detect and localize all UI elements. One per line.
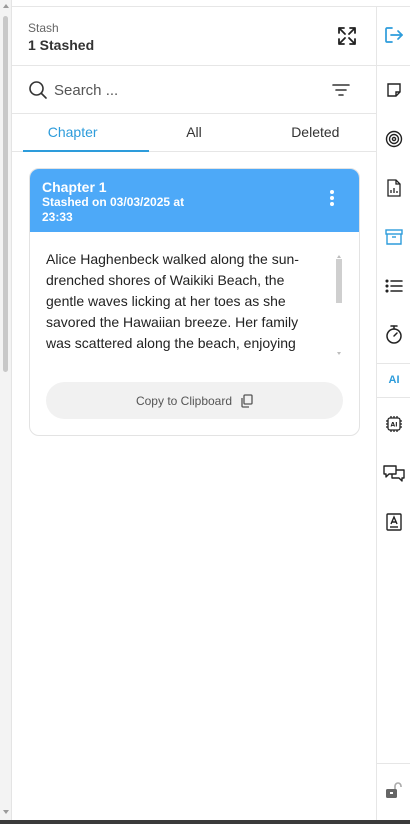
chat-icon[interactable] <box>377 458 410 488</box>
target-icon[interactable] <box>377 124 410 154</box>
card-scrollbar[interactable] <box>336 255 342 355</box>
active-tab-indicator <box>23 150 149 152</box>
text-box-icon[interactable] <box>377 507 410 537</box>
more-options-icon[interactable] <box>329 190 335 208</box>
archive-icon[interactable] <box>377 222 410 252</box>
scroll-up-arrow[interactable] <box>3 4 9 8</box>
scrollbar-thumb[interactable] <box>3 16 8 372</box>
card-title: Chapter 1 <box>42 179 107 195</box>
stash-count: 1 Stashed <box>28 37 95 53</box>
sticky-note-icon[interactable] <box>377 75 410 105</box>
timer-icon[interactable] <box>377 320 410 350</box>
right-toolbar: AI AI <box>376 6 410 820</box>
tab-bar: Chapter All Deleted <box>12 114 376 152</box>
ai-chip-icon[interactable]: AI <box>377 409 410 439</box>
copy-to-clipboard-button[interactable]: Copy to Clipboard <box>46 382 343 419</box>
left-scrollbar[interactable] <box>0 0 12 824</box>
copy-button-label: Copy to Clipboard <box>135 393 233 408</box>
panel-header: Stash 1 Stashed <box>12 7 376 66</box>
card-body-text: Alice Haghenbeck walked along the sun-dr… <box>46 251 299 357</box>
tab-all[interactable]: All <box>133 114 254 151</box>
copy-icon <box>241 393 253 408</box>
ai-label: AI <box>388 374 400 386</box>
logout-icon[interactable] <box>377 20 410 50</box>
stash-panel: Stash 1 Stashed Chapter All De <box>12 6 376 820</box>
panel-title: Stash <box>28 21 59 35</box>
filter-icon[interactable] <box>332 82 350 98</box>
expand-icon[interactable] <box>336 25 358 47</box>
stash-card: Chapter 1 Stashed on 03/03/2025 at 23:33… <box>29 168 360 436</box>
lock-icon[interactable] <box>377 775 410 805</box>
list-icon[interactable] <box>377 271 410 301</box>
search-icon <box>28 80 48 100</box>
tab-deleted[interactable]: Deleted <box>255 114 376 151</box>
search-input[interactable] <box>54 78 294 102</box>
svg-text:AI: AI <box>391 422 398 429</box>
card-stashed-date: Stashed on 03/03/2025 at 23:33 <box>42 195 185 224</box>
report-icon[interactable] <box>377 173 410 203</box>
tab-chapter[interactable]: Chapter <box>12 114 133 151</box>
card-header: Chapter 1 Stashed on 03/03/2025 at 23:33 <box>30 169 359 232</box>
scroll-down-arrow[interactable] <box>3 810 9 814</box>
search-bar <box>12 66 376 114</box>
ai-icon[interactable]: AI <box>377 365 410 395</box>
bottom-edge-strip <box>0 820 410 824</box>
